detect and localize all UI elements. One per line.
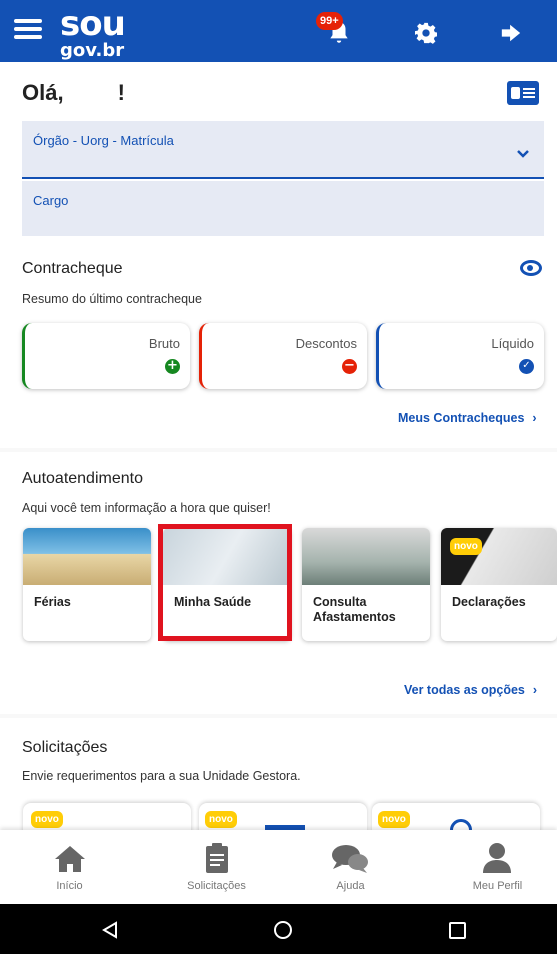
cargo-field-label: Cargo (33, 193, 69, 208)
top-app-bar: sou gov.br 99+ (0, 0, 557, 62)
chevron-down-icon (517, 150, 529, 158)
descontos-card[interactable]: Descontos − (199, 323, 367, 389)
novo-badge: novo (450, 538, 482, 555)
minus-circle-icon: − (342, 359, 357, 374)
check-circle-icon: ✓ (519, 359, 534, 374)
chevron-right-icon: › (532, 683, 538, 697)
cargo-field: Cargo (22, 181, 544, 236)
greeting-exclaim: ! (117, 80, 125, 105)
tile-consulta-label: Consulta Afastamentos (313, 595, 396, 624)
logo-bottom-text: gov.br (60, 40, 125, 61)
orgao-uorg-matricula-select[interactable]: Órgão - Uorg - Matrícula (22, 121, 544, 179)
greeting-label: Olá, (22, 80, 64, 105)
tile-ferias[interactable]: Férias (23, 528, 151, 641)
greeting: Olá,! (22, 80, 125, 106)
tile-declaracoes[interactable]: Declarações novo (441, 528, 557, 641)
highlight-box (158, 524, 292, 641)
clipboard-icon (206, 843, 228, 873)
logo-top-text: sou (60, 4, 126, 44)
autoatendimento-subtitle: Aqui você tem informação a hora que quis… (22, 501, 271, 515)
nav-ajuda[interactable]: Ajuda (281, 830, 420, 904)
home-icon (55, 846, 85, 872)
solicitacoes-subtitle: Envie requerimentos para a sua Unidade G… (22, 769, 301, 783)
nav-inicio[interactable]: Início (0, 830, 139, 904)
sou-govbr-logo: sou gov.br (60, 4, 126, 61)
ver-todas-opcoes-link[interactable]: Ver todas as opções › (404, 683, 537, 697)
nav-solicitacoes-label: Solicitações (187, 880, 246, 892)
novo-badge: novo (31, 811, 63, 828)
tile-ferias-label: Férias (34, 595, 71, 609)
menu-icon[interactable] (14, 19, 42, 39)
chat-icon (332, 845, 368, 873)
contracheque-subtitle: Resumo do último contracheque (22, 292, 202, 306)
novo-badge: novo (205, 811, 237, 828)
contracheque-title: Contracheque (22, 260, 123, 277)
ver-todas-label: Ver todas as opções (404, 683, 525, 697)
solicitacoes-title: Solicitações (22, 739, 108, 756)
back-icon[interactable] (101, 921, 119, 939)
tile-consulta-afastamentos[interactable]: Consulta Afastamentos (302, 528, 430, 641)
nav-solicitacoes[interactable]: Solicitações (147, 830, 286, 904)
id-card-icon[interactable] (507, 81, 539, 105)
nav-meu-perfil-label: Meu Perfil (472, 880, 523, 892)
tile-declaracoes-label: Declarações (452, 595, 526, 609)
bruto-card[interactable]: Bruto + (22, 323, 190, 389)
home-circle-icon[interactable] (273, 920, 293, 940)
nav-meu-perfil[interactable]: Meu Perfil (428, 830, 557, 904)
gear-icon[interactable] (415, 22, 437, 44)
office-chair-image (302, 528, 430, 585)
orgao-field-label: Órgão - Uorg - Matrícula (33, 133, 174, 148)
nav-inicio-label: Início (56, 880, 83, 892)
system-navigation-bar (0, 904, 557, 954)
descontos-label: Descontos (295, 336, 357, 351)
novo-badge: novo (378, 811, 410, 828)
recents-icon[interactable] (449, 922, 466, 939)
liquido-card[interactable]: Líquido ✓ (376, 323, 544, 389)
nav-ajuda-label: Ajuda (336, 880, 365, 892)
eye-icon[interactable] (520, 260, 542, 276)
meus-contracheques-link[interactable]: Meus Contracheques › (398, 411, 537, 425)
bruto-label: Bruto (148, 336, 180, 351)
document-image (441, 528, 557, 585)
plus-circle-icon: + (165, 359, 180, 374)
profile-section (0, 62, 557, 448)
chevron-right-icon: › (532, 411, 537, 425)
autoatendimento-title: Autoatendimento (22, 470, 143, 487)
bottom-navigation: Início Solicitações Ajuda Meu Perfil (0, 830, 557, 904)
meus-contracheques-label: Meus Contracheques (398, 411, 525, 425)
beach-image (23, 528, 151, 585)
liquido-label: Líquido (491, 336, 534, 351)
user-icon (483, 843, 511, 873)
logout-icon[interactable] (500, 22, 522, 44)
notifications-badge: 99+ (316, 12, 343, 30)
